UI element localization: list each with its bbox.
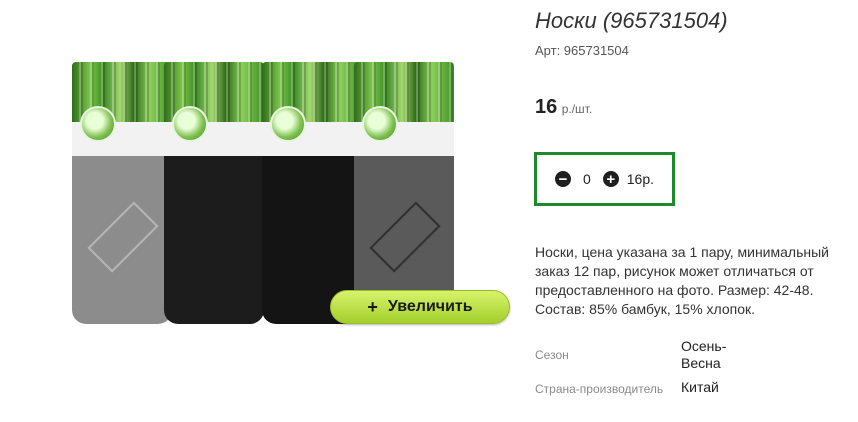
plus-circle-icon[interactable]: +: [602, 171, 619, 187]
sock-black-2: [262, 62, 362, 324]
sock-black: [164, 62, 264, 324]
property-name: Страна-производитель: [535, 382, 664, 396]
property-row: Страна-производитель Китай: [535, 379, 835, 396]
property-value: Осень-Весна: [681, 338, 727, 371]
property-name: Сезон: [535, 348, 569, 362]
product-sku: Арт: 965731504: [535, 43, 629, 58]
sock-dark-gray: [354, 62, 454, 324]
quantity-value[interactable]: 0: [583, 171, 591, 187]
product-properties: Сезон Осень-Весна Страна-производитель К…: [535, 338, 835, 396]
product-price: 16 р./шт.: [535, 96, 592, 119]
product-description: Носки, цена указана за 1 пару, минимальн…: [535, 244, 829, 317]
price-unit: р./шт.: [561, 102, 593, 116]
quantity-sum: 16р.: [626, 171, 655, 187]
sock-gray: [72, 62, 172, 324]
property-row: Сезон Осень-Весна: [535, 338, 835, 372]
price-value: 16: [535, 96, 558, 118]
zoom-label: Увеличить: [387, 298, 473, 315]
product-title: Носки (965731504): [535, 8, 728, 33]
minus-circle-icon[interactable]: −: [554, 171, 571, 187]
property-value: Китай: [681, 379, 719, 395]
zoom-button[interactable]: + Увеличить: [330, 290, 510, 324]
plus-icon: +: [367, 296, 378, 317]
quantity-stepper: − 0 + 16р.: [534, 152, 675, 206]
